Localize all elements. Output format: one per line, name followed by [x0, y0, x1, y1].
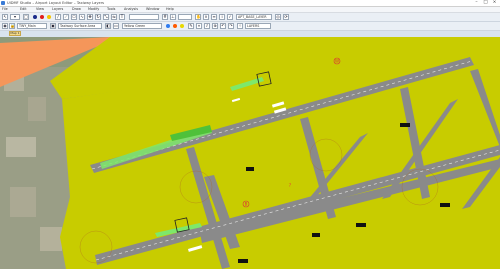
- marker-label: B: [245, 202, 248, 207]
- node-tool-icon[interactable]: ⁘: [237, 23, 243, 29]
- marker-label: W: [335, 59, 339, 64]
- attribute-tool-icon[interactable]: i: [219, 14, 225, 20]
- menu-analysis[interactable]: Analysis: [124, 7, 138, 12]
- measure-tool-icon[interactable]: ⊥: [170, 14, 176, 20]
- undo-icon[interactable]: ↶: [220, 23, 226, 29]
- fill-tool-icon[interactable]: ◧: [105, 23, 111, 29]
- menu-modify[interactable]: Modify: [88, 7, 99, 12]
- imagery-block: [6, 137, 36, 157]
- select-tool-icon[interactable]: ↖: [2, 14, 8, 20]
- imagery-block: [40, 227, 62, 251]
- imagery-block: [28, 97, 46, 121]
- scale-field[interactable]: [178, 14, 192, 20]
- yellow-point-icon[interactable]: [47, 15, 51, 19]
- menu-layers[interactable]: Layers: [52, 7, 63, 12]
- box-tool-icon[interactable]: □: [23, 14, 29, 20]
- blue-point-icon[interactable]: [33, 15, 37, 19]
- menu-edit[interactable]: Edit: [20, 7, 27, 12]
- marker-block: [356, 223, 366, 227]
- text-tool-icon[interactable]: T: [119, 14, 125, 20]
- grid-tool-icon[interactable]: #: [162, 14, 168, 20]
- tab-map[interactable]: Map 1: [9, 31, 21, 36]
- blue-color-icon[interactable]: [166, 24, 170, 28]
- window-title: UIDMF Studio – Airport Layout Editor – T…: [7, 1, 105, 5]
- pan-tool-icon[interactable]: ✋: [195, 14, 201, 20]
- maximize-icon[interactable]: □: [481, 0, 490, 6]
- marker-block: [400, 123, 410, 127]
- brush-tool-icon[interactable]: ✎: [188, 23, 194, 29]
- menu-tools[interactable]: Tools: [107, 7, 115, 12]
- orange-color-icon[interactable]: [173, 24, 177, 28]
- toolbar-secondary: ◉ 🔒 TWY_Main ▣ Taxiway Surface Area ◧ ▭ …: [0, 22, 500, 31]
- app-icon: [1, 1, 5, 5]
- yellow-color-icon[interactable]: [180, 24, 184, 28]
- layer-lock-icon[interactable]: 🔒: [9, 23, 15, 29]
- marker-block: [312, 233, 320, 237]
- menu-draw[interactable]: Draw: [72, 7, 81, 12]
- layer-select[interactable]: TWY_Main: [17, 23, 47, 29]
- marker-block: [238, 259, 248, 263]
- redo-icon[interactable]: ↷: [228, 23, 234, 29]
- toolbar-primary: ↖ ▾ □ / ⟋ ⬠ ∿ ✥ ↻ ⤡ ⇋ T # ⊥ ✋ ∩ ≡ i ✓ AP…: [0, 13, 500, 22]
- zoom-field[interactable]: [129, 14, 159, 20]
- snap-dropdown[interactable]: ▾: [10, 14, 20, 20]
- check-tool-icon[interactable]: ✓: [227, 14, 233, 20]
- color-select[interactable]: Yellow Green: [122, 23, 162, 29]
- curve-tool-icon[interactable]: ∿: [79, 14, 85, 20]
- style-select[interactable]: Taxiway Surface Area: [58, 23, 102, 29]
- menu-help[interactable]: Help: [166, 7, 174, 12]
- line-tool-icon[interactable]: /: [55, 14, 61, 20]
- close-icon[interactable]: ×: [490, 0, 499, 6]
- layer-field[interactable]: APT_BASE_LAYER: [236, 14, 272, 20]
- mirror-tool-icon[interactable]: ⇋: [111, 14, 117, 20]
- polyline-tool-icon[interactable]: ⟋: [63, 14, 69, 20]
- menu-view[interactable]: View: [36, 7, 44, 12]
- map-canvas[interactable]: W B ?: [0, 37, 500, 269]
- imagery-block: [10, 187, 36, 217]
- red-point-icon[interactable]: [40, 15, 44, 19]
- layer-visibility-icon[interactable]: ◉: [2, 23, 8, 29]
- marker-label: ?: [289, 183, 292, 189]
- edit-vertex-icon[interactable]: ⋄: [196, 23, 202, 29]
- split-tool-icon[interactable]: ⫽: [204, 23, 210, 29]
- minimize-icon[interactable]: –: [472, 0, 481, 6]
- menu-file[interactable]: File: [2, 7, 8, 12]
- marker-block: [440, 203, 450, 207]
- scale-tool-icon[interactable]: ⤡: [103, 14, 109, 20]
- layer-tool-icon[interactable]: ≡: [211, 14, 217, 20]
- menu-window[interactable]: Window: [146, 7, 159, 12]
- extra-field[interactable]: LAYERS: [245, 23, 271, 29]
- merge-tool-icon[interactable]: ⊕: [212, 23, 218, 29]
- outline-tool-icon[interactable]: ▭: [113, 23, 119, 29]
- rotate-tool-icon[interactable]: ↻: [95, 14, 101, 20]
- polygon-tool-icon[interactable]: ⬠: [71, 14, 77, 20]
- target-tool-icon[interactable]: ◎: [275, 14, 281, 20]
- title-bar: UIDMF Studio – Airport Layout Editor – T…: [0, 0, 500, 7]
- magnet-tool-icon[interactable]: ∩: [203, 14, 209, 20]
- marker-block: [246, 167, 254, 171]
- move-tool-icon[interactable]: ✥: [87, 14, 93, 20]
- style-picker-icon[interactable]: ▣: [50, 23, 56, 29]
- refresh-tool-icon[interactable]: ⟳: [283, 14, 289, 20]
